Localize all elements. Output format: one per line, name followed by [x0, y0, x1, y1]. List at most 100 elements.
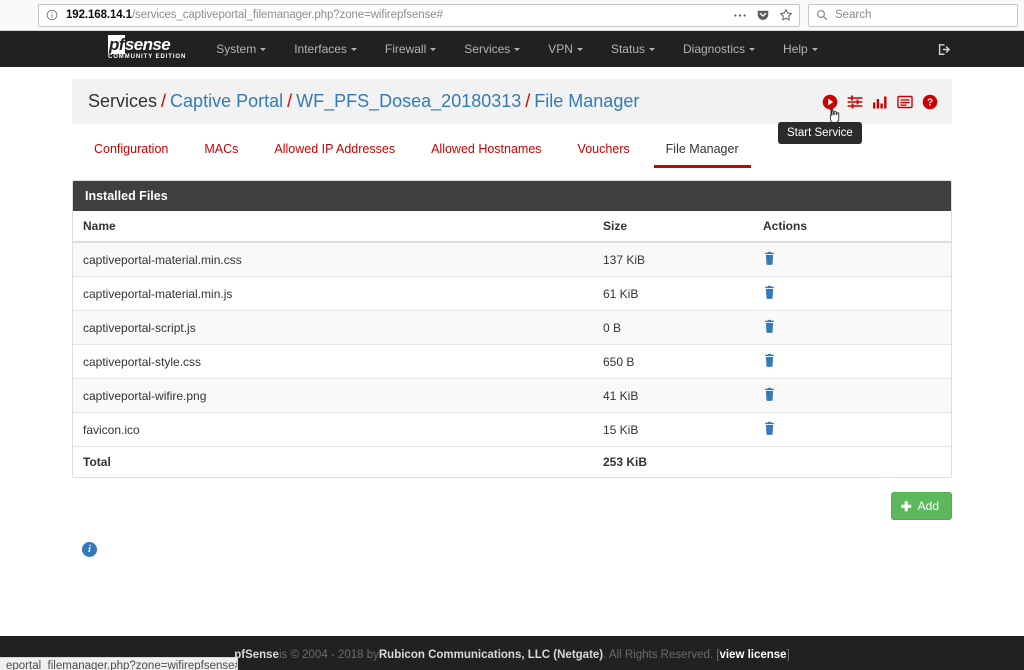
chevron-down-icon: [350, 48, 357, 52]
brand-suffix: sense: [124, 34, 171, 54]
tab-file-manager[interactable]: File Manager: [648, 132, 757, 168]
footer-text-1: is © 2004 - 2018 by: [278, 649, 379, 661]
cell-total-label: Total: [73, 446, 593, 477]
list-icon[interactable]: [896, 93, 913, 110]
tab-macs[interactable]: MACs: [186, 132, 256, 168]
bar-chart-icon[interactable]: [871, 93, 888, 110]
installed-files-panel: Installed Files Name Size Actions captiv…: [72, 180, 952, 478]
table-body: captiveportal-material.min.css 137 KiB c…: [73, 241, 951, 477]
pocket-icon[interactable]: [756, 8, 770, 22]
help-icon[interactable]: ?: [921, 93, 938, 110]
panel-actions: ✚ Add: [72, 492, 952, 520]
cell-actions: [753, 344, 951, 379]
nav-label: VPN: [548, 42, 573, 56]
view-license-link[interactable]: view license: [719, 649, 786, 661]
star-icon[interactable]: [779, 8, 793, 22]
footer-brand: pfSense: [234, 649, 279, 661]
breadcrumb-separator: /: [287, 91, 293, 111]
ellipsis-icon[interactable]: [733, 13, 747, 18]
nav-label: Firewall: [384, 42, 427, 56]
table-row: captiveportal-material.min.css 137 KiB: [73, 241, 951, 277]
cell-file-size: 41 KiB: [593, 378, 753, 413]
cell-file-size: 650 B: [593, 344, 753, 379]
svg-text:?: ?: [926, 97, 932, 108]
tab-label: Allowed IP Addresses: [274, 142, 396, 156]
tooltip-start-service: Start Service: [778, 122, 862, 144]
nav-label: System: [216, 42, 257, 56]
sliders-icon[interactable]: [846, 93, 863, 110]
trash-icon[interactable]: [763, 353, 776, 367]
trash-icon[interactable]: [763, 421, 776, 435]
column-header-name: Name: [73, 211, 593, 243]
search-icon: [816, 9, 828, 21]
cell-actions: [753, 378, 951, 413]
tab-vouchers[interactable]: Vouchers: [560, 132, 648, 168]
pfsense-logo[interactable]: pfsense COMMUNITY EDITION: [108, 34, 186, 62]
table-row: favicon.ico 15 KiB: [73, 412, 951, 447]
start-service-icon[interactable]: [821, 93, 838, 110]
breadcrumb-item-file-manager[interactable]: File Manager: [534, 91, 639, 111]
chevron-down-icon: [576, 48, 583, 52]
chevron-down-icon: [430, 48, 437, 52]
breadcrumb-separator: /: [525, 91, 531, 111]
panel-title: Installed Files: [73, 181, 951, 211]
tab-label: MACs: [204, 142, 239, 156]
cell-file-name: captiveportal-material.min.css: [73, 241, 593, 277]
nav-item-status[interactable]: Status: [597, 34, 669, 64]
browser-toolbar: 192.168.14.1/services_captiveportal_file…: [0, 0, 1024, 31]
chevron-down-icon: [749, 48, 756, 52]
main-navbar: pfsense COMMUNITY EDITION System Interfa…: [0, 31, 1024, 67]
cell-actions: [753, 241, 951, 277]
brand-prefix: pf: [108, 34, 125, 54]
url-host: 192.168.14.1: [66, 9, 132, 21]
trash-icon[interactable]: [763, 319, 776, 333]
chevron-down-icon: [649, 48, 655, 52]
info-icon[interactable]: i: [82, 542, 97, 557]
chevron-down-icon: [514, 48, 521, 52]
address-bar[interactable]: 192.168.14.1/services_captiveportal_file…: [38, 3, 800, 27]
column-header-size: Size: [593, 211, 753, 243]
plus-icon: ✚: [900, 498, 912, 514]
breadcrumb-item-zone[interactable]: WF_PFS_Dosea_20180313: [296, 91, 521, 111]
tab-configuration[interactable]: Configuration: [76, 132, 186, 168]
installed-files-table: Name Size Actions captiveportal-material…: [73, 211, 951, 477]
trash-icon[interactable]: [763, 251, 776, 265]
cell-file-name: captiveportal-material.min.js: [73, 276, 593, 311]
trash-icon[interactable]: [763, 285, 776, 299]
nav-label: Help: [783, 42, 808, 56]
search-placeholder: Search: [835, 9, 872, 21]
logout-icon[interactable]: [937, 42, 952, 57]
nav-item-vpn[interactable]: VPN: [534, 34, 597, 64]
table-row: captiveportal-style.css 650 B: [73, 344, 951, 379]
nav-item-system[interactable]: System: [202, 34, 280, 64]
nav-item-services[interactable]: Services: [450, 34, 534, 64]
tab-allowed-hostnames[interactable]: Allowed Hostnames: [413, 132, 559, 168]
nav-item-interfaces[interactable]: Interfaces: [280, 34, 371, 64]
column-header-actions: Actions: [753, 211, 951, 243]
tab-allowed-ip-addresses[interactable]: Allowed IP Addresses: [256, 132, 413, 168]
add-button-label: Add: [917, 499, 939, 513]
cell-actions: [753, 412, 951, 447]
footer-text-2: . All Rights Reserved. [: [603, 649, 720, 661]
cell-total-actions: [753, 446, 951, 477]
table-row: captiveportal-wifire.png 41 KiB: [73, 378, 951, 413]
nav-item-firewall[interactable]: Firewall: [371, 34, 450, 64]
table-head: Name Size Actions: [73, 211, 951, 243]
nav-label: Interfaces: [294, 42, 347, 56]
breadcrumb-root: Services: [88, 91, 158, 111]
cell-total-size: 253 KiB: [593, 446, 753, 477]
breadcrumb-separator: /: [161, 91, 167, 111]
cell-file-size: 15 KiB: [593, 412, 753, 447]
nav-label: Services: [464, 42, 511, 56]
cell-file-size: 61 KiB: [593, 276, 753, 311]
info-circle-icon[interactable]: [45, 8, 59, 22]
table-total-row: Total 253 KiB: [73, 446, 951, 477]
breadcrumb-item-captive-portal[interactable]: Captive Portal: [170, 91, 283, 111]
nav-item-help[interactable]: Help: [769, 34, 832, 64]
trash-icon[interactable]: [763, 387, 776, 401]
nav-item-diagnostics[interactable]: Diagnostics: [669, 34, 769, 64]
tab-label: File Manager: [665, 142, 739, 156]
cell-file-name: captiveportal-script.js: [73, 310, 593, 345]
browser-search-box[interactable]: Search: [808, 3, 1018, 27]
add-button[interactable]: ✚ Add: [890, 492, 952, 520]
